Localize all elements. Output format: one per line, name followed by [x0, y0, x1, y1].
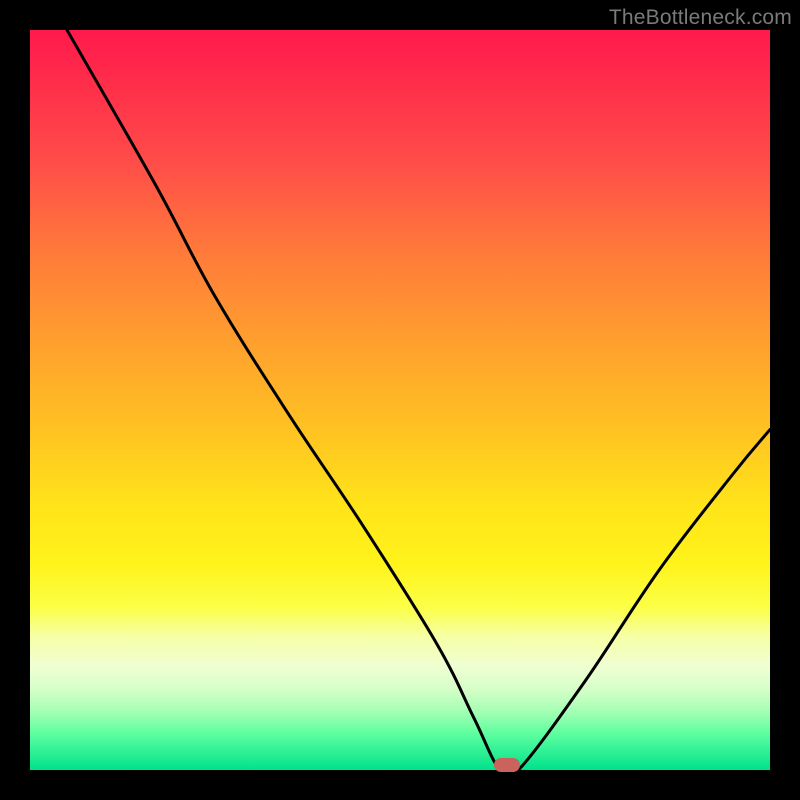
watermark-text: TheBottleneck.com [609, 6, 792, 30]
bottleneck-curve [30, 30, 770, 770]
plot-area [30, 30, 770, 770]
chart-frame: TheBottleneck.com [0, 0, 800, 800]
minimum-marker [494, 758, 520, 772]
